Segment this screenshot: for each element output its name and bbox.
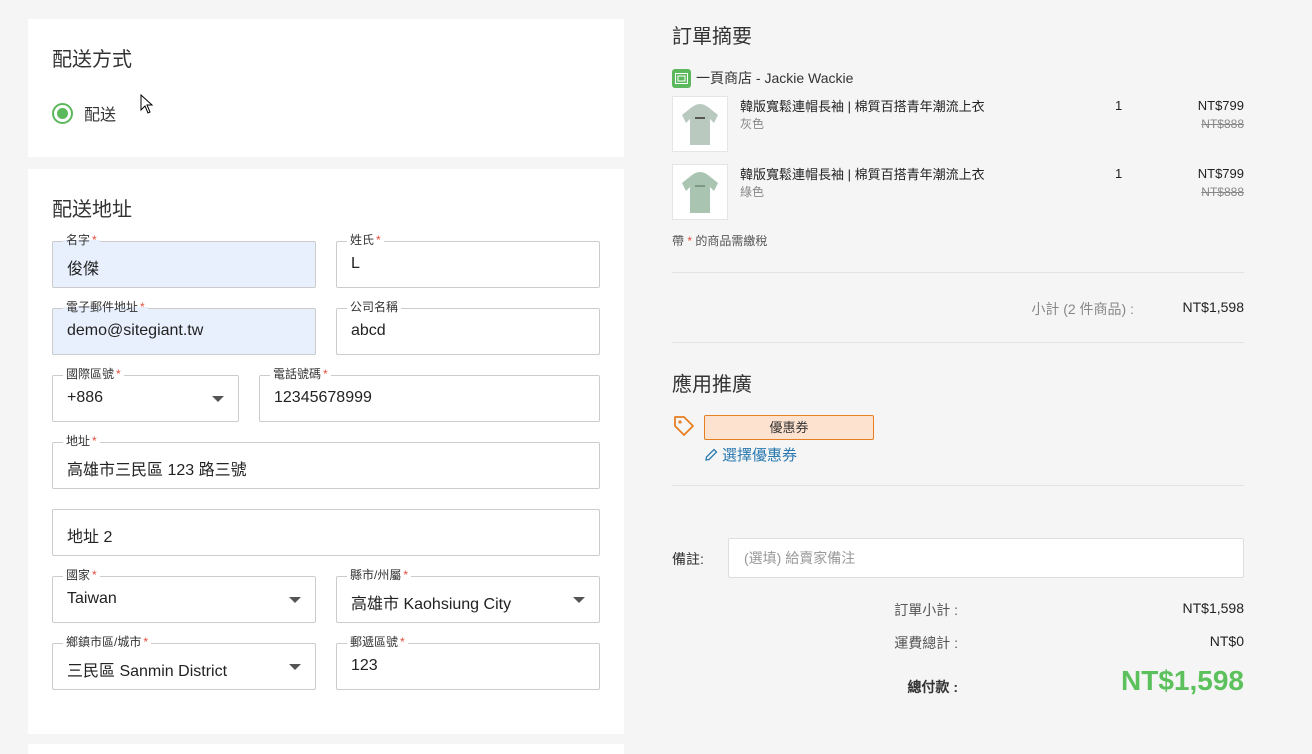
city-label: 鄉鎮市區/城市 * xyxy=(63,635,152,649)
item-original-price: NT$888 xyxy=(1201,117,1244,131)
country-code-select[interactable]: 國際區號 * +886 xyxy=(52,367,239,422)
tax-note: 帶 * 的商品需繳稅 xyxy=(672,234,768,248)
coupon-badge[interactable]: 優惠券 xyxy=(704,415,874,440)
shipping-address-title: 配送地址 xyxy=(52,199,132,221)
item-name: 韓版寬鬆連帽長袖 | 棉質百搭青年潮流上衣 xyxy=(740,99,985,114)
first-name-field[interactable]: 名字 * 俊傑 xyxy=(52,233,316,288)
items-subtotal-value: NT$1,598 xyxy=(1182,299,1244,315)
email-value: demo@sitegiant.tw xyxy=(67,322,204,339)
item-price: NT$799 xyxy=(1197,98,1244,113)
state-value: 高雄市 Kaohsiung City xyxy=(351,596,512,613)
city-value: 三民區 Sanmin District xyxy=(67,663,228,680)
mouse-cursor-icon xyxy=(140,94,154,114)
state-select[interactable]: 縣市/州屬 * 高雄市 Kaohsiung City xyxy=(336,568,600,623)
country-value: Taiwan xyxy=(67,590,117,607)
checkout-form-column: 配送方式 配送 配送地址 名字 * 俊傑 姓氏 * L 電子郵件地址 * demo@s… xyxy=(0,0,648,754)
last-name-label: 姓氏 * xyxy=(347,233,384,247)
phone-field[interactable]: 電話號碼 * 12345678999 xyxy=(259,367,600,422)
grand-total-value: NT$1,598 xyxy=(1121,665,1244,696)
tag-icon xyxy=(674,416,694,436)
order-summary-column: 訂單摘要 一頁商店 - Jackie Wackie 韓版寬鬆連帽長袖 | 棉質百… xyxy=(648,0,1312,754)
country-select[interactable]: 國家 * Taiwan xyxy=(52,568,316,623)
state-label: 縣市/州屬 * xyxy=(347,568,412,582)
postcode-value: 123 xyxy=(351,657,378,674)
pencil-icon xyxy=(705,448,718,461)
phone-label: 電話號碼 * xyxy=(270,367,331,381)
shipping-option-radio[interactable]: 配送 xyxy=(52,101,116,125)
product-thumbnail xyxy=(672,96,728,152)
item-name: 韓版寬鬆連帽長袖 | 棉質百搭青年潮流上衣 xyxy=(740,167,985,182)
address-line2-placeholder: 地址 2 xyxy=(67,529,113,546)
caret-down-icon xyxy=(573,597,585,603)
last-name-field[interactable]: 姓氏 * L xyxy=(336,233,600,288)
order-summary-title: 訂單摘要 xyxy=(672,26,752,48)
select-coupon-link[interactable]: 選擇優惠券 xyxy=(704,444,797,465)
email-field[interactable]: 電子郵件地址 * demo@sitegiant.tw xyxy=(52,300,316,355)
postcode-field[interactable]: 郵遞區號 * 123 xyxy=(336,635,600,690)
postcode-label: 郵遞區號 * xyxy=(347,635,408,649)
country-label: 國家 * xyxy=(63,568,100,582)
item-price: NT$799 xyxy=(1197,166,1244,181)
order-item: 韓版寬鬆連帽長袖 | 棉質百搭青年潮流上衣 灰色 1 NT$799 NT$888 xyxy=(672,96,1244,152)
items-subtotal-label: 小計 (2 件商品) : xyxy=(1031,301,1134,317)
caret-down-icon xyxy=(289,664,301,670)
company-label: 公司名稱 xyxy=(347,300,402,314)
email-label: 電子郵件地址 * xyxy=(63,300,148,314)
country-code-value: +886 xyxy=(67,389,104,406)
next-section-card xyxy=(28,744,624,754)
shipping-total-label: 運費總計 : xyxy=(894,635,958,651)
store-row: 一頁商店 - Jackie Wackie xyxy=(672,68,853,88)
address-line1-value: 高雄市三民區 123 路三號 xyxy=(67,462,247,479)
note-label: 備註: xyxy=(672,551,704,567)
promotion-title: 應用推廣 xyxy=(672,374,752,396)
shipping-total-value: NT$0 xyxy=(1209,633,1244,649)
item-quantity: 1 xyxy=(1115,98,1123,113)
product-thumbnail xyxy=(672,164,728,220)
order-subtotal-label: 訂單小計 : xyxy=(894,602,958,618)
address-line1-field[interactable]: 地址 * 高雄市三民區 123 路三號 xyxy=(52,434,600,489)
item-original-price: NT$888 xyxy=(1201,185,1244,199)
item-variant: 灰色 xyxy=(740,117,765,131)
item-quantity: 1 xyxy=(1115,166,1123,181)
shipping-method-title: 配送方式 xyxy=(52,49,132,71)
order-item: 韓版寬鬆連帽長袖 | 棉質百搭青年潮流上衣 綠色 1 NT$799 NT$888 xyxy=(672,164,1244,220)
divider xyxy=(672,272,1244,273)
phone-value: 12345678999 xyxy=(274,389,372,406)
first-name-label: 名字 * xyxy=(63,233,100,247)
divider xyxy=(672,342,1244,343)
divider xyxy=(672,485,1244,486)
address-line1-label: 地址 * xyxy=(63,434,100,448)
first-name-value: 俊傑 xyxy=(67,261,100,278)
address-line2-field[interactable]: 地址 2 xyxy=(52,509,600,556)
country-code-label: 國際區號 * xyxy=(63,367,124,381)
last-name-value: L xyxy=(351,255,360,272)
order-subtotal-value: NT$1,598 xyxy=(1182,600,1244,616)
item-variant: 綠色 xyxy=(740,185,765,199)
store-name: 一頁商店 - Jackie Wackie xyxy=(696,70,854,86)
company-field[interactable]: 公司名稱 abcd xyxy=(336,300,600,355)
city-select[interactable]: 鄉鎮市區/城市 * 三民區 Sanmin District xyxy=(52,635,316,690)
shipping-method-card: 配送方式 配送 xyxy=(28,19,624,157)
grand-total-label: 總付款 : xyxy=(907,679,958,695)
caret-down-icon xyxy=(212,396,224,402)
seller-note-input[interactable]: (選填) 給賣家備注 xyxy=(728,538,1244,578)
caret-down-icon xyxy=(289,597,301,603)
shipping-option-label: 配送 xyxy=(84,107,117,124)
shipping-address-card: 配送地址 名字 * 俊傑 姓氏 * L 電子郵件地址 * demo@sitegiant… xyxy=(28,169,624,734)
company-value: abcd xyxy=(351,322,386,339)
radio-selected-icon[interactable] xyxy=(52,102,73,124)
store-icon xyxy=(672,68,691,88)
